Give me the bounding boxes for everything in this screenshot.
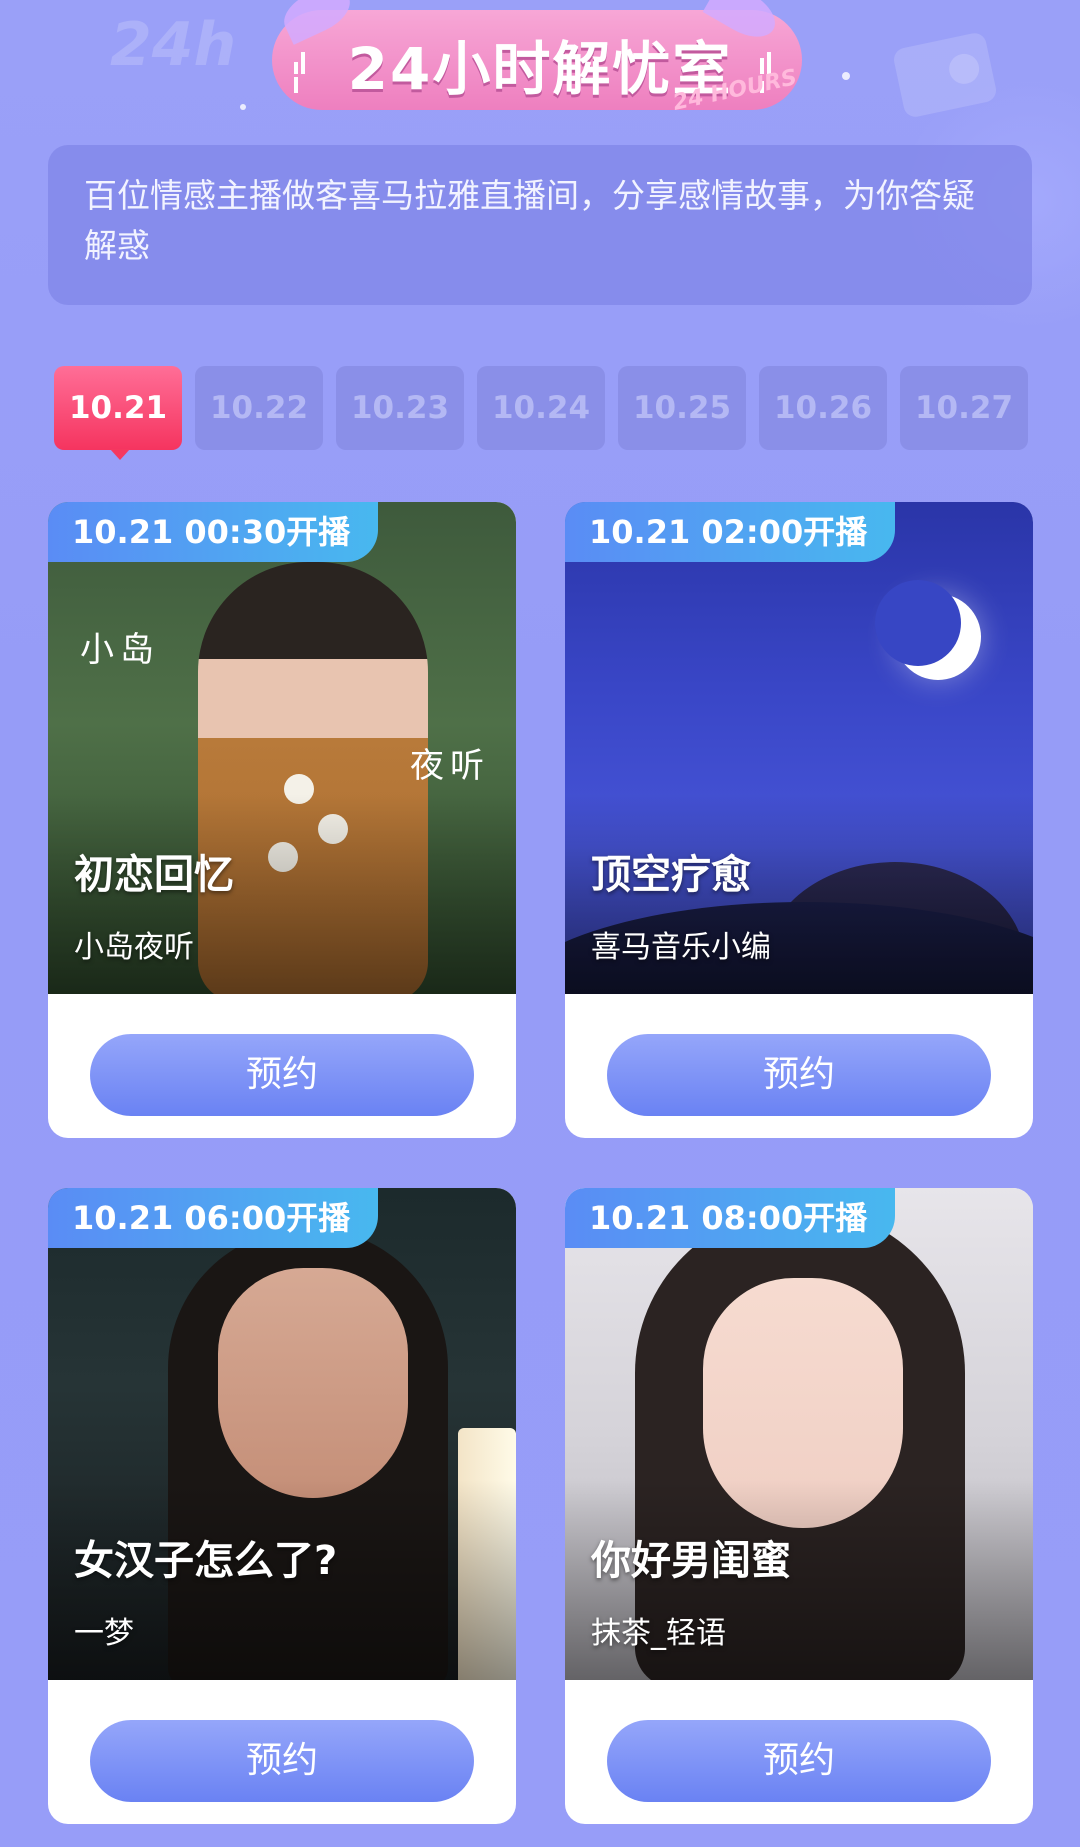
program-cover-image: 10.21 08:00开播 你好男闺蜜 抹茶_轻语 — [565, 1188, 1033, 1680]
background-24h-icon: 24h — [110, 10, 237, 80]
reserve-button[interactable]: 预约 — [90, 1720, 474, 1802]
tab-date-1023[interactable]: 10.23 — [336, 366, 464, 450]
moon-shadow — [875, 580, 961, 666]
program-card[interactable]: 10.21 06:00开播 女汉子怎么了? 一梦 预约 — [48, 1188, 516, 1824]
program-card[interactable]: 10.21 08:00开播 你好男闺蜜 抹茶_轻语 预约 — [565, 1188, 1033, 1824]
tab-date-1025[interactable]: 10.25 — [618, 366, 746, 450]
host-name: 抹茶_轻语 — [591, 1616, 726, 1651]
start-time-badge: 10.21 02:00开播 — [565, 502, 896, 562]
tab-date-1027[interactable]: 10.27 — [900, 366, 1028, 450]
start-time-badge: 10.21 06:00开播 — [48, 1188, 379, 1248]
reserve-button[interactable]: 预约 — [90, 1034, 474, 1116]
tab-date-1024[interactable]: 10.24 — [477, 366, 605, 450]
start-time-badge: 10.21 08:00开播 — [565, 1188, 896, 1248]
program-cover-image: 小岛 夜听 10.21 00:30开播 初恋回忆 小岛夜听 — [48, 502, 516, 994]
program-cover-image: 10.21 06:00开播 女汉子怎么了? 一梦 — [48, 1188, 516, 1680]
cover-handwriting: 夜听 — [410, 746, 490, 786]
tab-date-1026[interactable]: 10.26 — [759, 366, 887, 450]
host-name: 一梦 — [74, 1616, 134, 1651]
start-time-badge: 10.21 00:30开播 — [48, 502, 379, 562]
program-card[interactable]: 小岛 夜听 10.21 00:30开播 初恋回忆 小岛夜听 预约 — [48, 502, 516, 1138]
page: 24h 24小时解忧室 24 HOURS 百位情感主播做客喜马拉雅直播间，分享感… — [0, 0, 1080, 1847]
reserve-button[interactable]: 预约 — [607, 1720, 991, 1802]
reserve-button[interactable]: 预约 — [607, 1034, 991, 1116]
program-title: 你好男闺蜜 — [591, 1538, 791, 1584]
program-cover-image: 10.21 02:00开播 顶空疗愈 喜马音乐小编 — [565, 502, 1033, 994]
host-name: 喜马音乐小编 — [591, 930, 771, 965]
sparkle-icon — [240, 104, 246, 110]
portrait-face — [218, 1268, 408, 1498]
header-banner: 24小时解忧室 24 HOURS — [262, 0, 818, 120]
description-text: 百位情感主播做客喜马拉雅直播间，分享感情故事，为你答疑解惑 — [84, 176, 975, 265]
description-box: 百位情感主播做客喜马拉雅直播间，分享感情故事，为你答疑解惑 — [48, 145, 1032, 305]
sparkle-icon — [842, 72, 850, 80]
program-title: 顶空疗愈 — [591, 852, 751, 898]
program-card[interactable]: 10.21 02:00开播 顶空疗愈 喜马音乐小编 预约 — [565, 502, 1033, 1138]
host-name: 小岛夜听 — [74, 930, 194, 965]
date-tabs: 10.21 10.22 10.23 10.24 10.25 10.26 10.2… — [54, 366, 1030, 460]
cover-handwriting: 小岛 — [80, 630, 160, 670]
tab-date-1021[interactable]: 10.21 — [54, 366, 182, 460]
program-title: 女汉子怎么了? — [74, 1538, 338, 1584]
program-title: 初恋回忆 — [74, 852, 234, 898]
tab-date-1022[interactable]: 10.22 — [195, 366, 323, 450]
